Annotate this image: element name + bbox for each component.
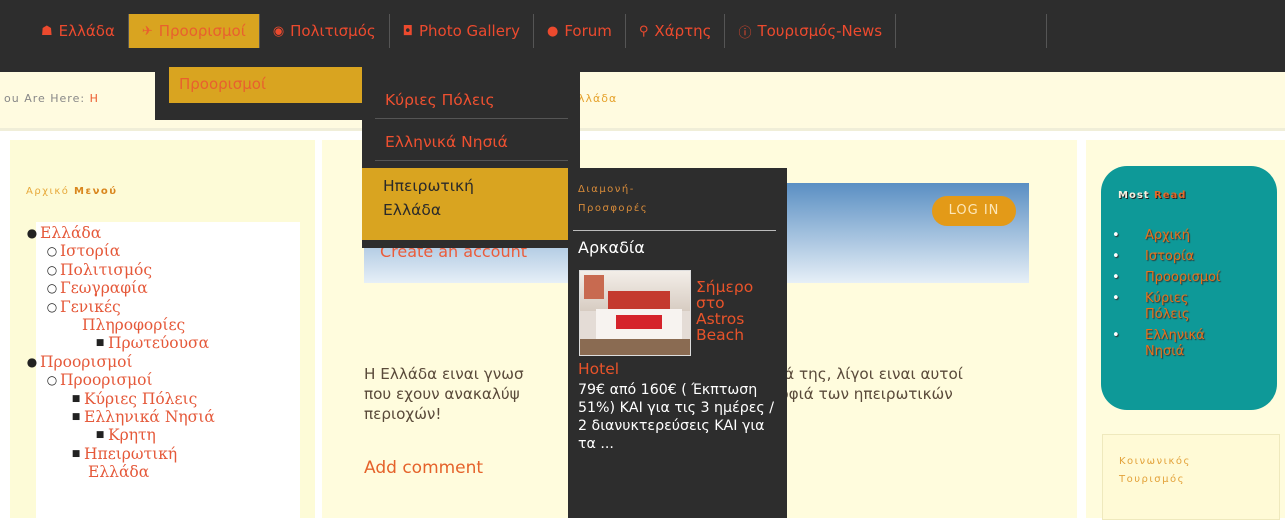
- article-line-1b: ιά της, λίγοι ειναι αυτοί: [779, 365, 963, 383]
- menu-item-label: Γεωγραφία: [60, 279, 148, 298]
- most-read-title-b: Read: [1154, 190, 1187, 201]
- nav-label: Forum: [564, 22, 612, 40]
- nav-item-photo-gallery[interactable]: ◘ Photo Gallery: [390, 14, 534, 48]
- login-button[interactable]: LOG IN: [932, 196, 1016, 226]
- menu-item-ellada-cont[interactable]: Ελλάδα: [88, 463, 215, 481]
- breadcrumb: ou Are Here: H: [4, 92, 99, 105]
- offers-title-line2: Προσφορές: [578, 203, 649, 214]
- nav-item-ellada[interactable]: ☗ Ελλάδα: [28, 14, 129, 48]
- hotel-thumbnail[interactable]: [579, 270, 691, 356]
- home-icon: ☗: [41, 23, 53, 39]
- article-line-1a: Η Ελλάδα ειναι γνωσ: [364, 365, 524, 383]
- most-read-label: Ελληνικά Νησιά: [1145, 328, 1205, 359]
- menu-item-proorismoi-sub[interactable]: ○ Προορισμοί: [44, 371, 215, 389]
- social-title-line2: Τουρισμός: [1119, 474, 1185, 485]
- social-tourism-title: Κοινωνικός Τουρισμός: [1119, 453, 1191, 489]
- dropdown-item-label: Ελλάδα: [383, 201, 442, 219]
- nav-item-politismos[interactable]: ◉ Πολιτισμός: [260, 14, 390, 48]
- main-menu-title: Αρχικό Μενού: [26, 186, 118, 197]
- nav-spacer: [896, 14, 1048, 48]
- map-marker-icon: ⚲: [638, 23, 649, 39]
- menu-item-plirofories[interactable]: Πληροφορίες: [82, 316, 215, 334]
- main-nav: ☗ Ελλάδα ✈ Προορισμοί ◉ Πολιτισμός ◘ Pho…: [28, 14, 1048, 48]
- most-read-item[interactable]: • Ιστορία: [1112, 249, 1220, 265]
- offer-description: 79€ από 160€ ( Έκπτωση 51%) ΚΑΙ για τις …: [578, 382, 775, 452]
- nav-item-tourismos-news[interactable]: ⓘ Τουρισμός-News: [725, 14, 897, 48]
- nav-item-forum[interactable]: ● Forum: [534, 14, 626, 48]
- menu-item-istoria[interactable]: ○ Ιστορία: [44, 242, 215, 260]
- most-read-label: Κύριες Πόλεις: [1145, 291, 1190, 322]
- offer-headline-end[interactable]: Hotel: [578, 360, 619, 378]
- nav-label: Χάρτης: [654, 22, 712, 40]
- menu-item-label: Γενικές: [60, 297, 121, 316]
- most-read-title: Most Read: [1118, 190, 1186, 201]
- comment-icon: ●: [546, 23, 559, 39]
- nav-label: Τουρισμός-News: [757, 22, 883, 40]
- most-read-item[interactable]: • Κύριες Πόλεις: [1112, 291, 1220, 323]
- menu-item-label: Ελλάδα: [40, 224, 102, 242]
- nav-item-xartis[interactable]: ⚲ Χάρτης: [626, 14, 726, 48]
- menu-item-label: Πολιτισμός: [60, 260, 153, 279]
- offers-region: Αρκαδία: [578, 238, 645, 257]
- most-read-item[interactable]: • Αρχική: [1112, 228, 1220, 244]
- menu-item-genikes[interactable]: ○ Γενικές: [44, 298, 215, 316]
- menu-item-label: Ελληνικά Νησιά: [84, 408, 215, 427]
- breadcrumb-current: λλάδα: [578, 92, 618, 105]
- most-read-item[interactable]: • Ελληνικά Νησιά: [1112, 328, 1220, 360]
- plane-icon: ✈: [141, 23, 153, 39]
- offers-title-line1: Διαμονή-: [578, 184, 635, 195]
- menu-item-kriti[interactable]: ■ Κρητη: [92, 426, 215, 444]
- eye-icon: ◉: [272, 23, 285, 39]
- dropdown-item-ellinika-nisia[interactable]: Ελληνικά Νησιά: [375, 125, 568, 161]
- offer-headline-link[interactable]: Σήμερο στο Astros Beach: [696, 279, 776, 343]
- menu-item-label: Κύριες Πόλεις: [84, 389, 198, 408]
- menu-title-b: Μενού: [74, 186, 118, 197]
- article-line-2b: ρφιά των ηπειρωτικών: [779, 385, 953, 403]
- most-read-item[interactable]: • Προορισμοί: [1112, 270, 1220, 286]
- info-icon: ⓘ: [738, 25, 752, 41]
- offers-divider: [573, 230, 776, 231]
- menu-item-label: Ηπειρωτική: [84, 444, 178, 463]
- most-read-title-a: Most: [1118, 190, 1155, 201]
- most-read-list: • Αρχική • Ιστορία • Προορισμοί • Κύριες Πόλ…: [1112, 228, 1220, 360]
- most-read-label: Προορισμοί: [1145, 270, 1221, 285]
- nav-item-proorismoi[interactable]: ✈ Προορισμοί: [128, 14, 260, 48]
- menu-item-label: Πληροφορίες: [82, 316, 186, 335]
- most-read-label: Αρχική: [1145, 228, 1190, 243]
- menu-item-kyries-poleis[interactable]: ■ Κύριες Πόλεις: [68, 390, 215, 408]
- most-read-label: Ιστορία: [1145, 249, 1195, 264]
- nav-label: Προορισμοί: [158, 22, 246, 40]
- menu-title-a: Αρχικό: [26, 186, 75, 197]
- menu-item-politismos[interactable]: ○ Πολιτισμός: [44, 261, 215, 279]
- dropdown-item-proorismoi[interactable]: Προορισμοί: [169, 67, 362, 103]
- camera-icon: ◘: [402, 23, 413, 39]
- article-line-2a: που εχουν ανακαλύψ: [364, 385, 520, 403]
- menu-item-label: Προορισμοί: [60, 371, 153, 390]
- offers-title: Διαμονή- Προσφορές: [578, 180, 648, 218]
- menu-item-ellinika-nisia[interactable]: ■ Ελληνικά Νησιά: [68, 408, 215, 426]
- menu-item-geografia[interactable]: ○ Γεωγραφία: [44, 279, 215, 297]
- add-comment-link[interactable]: Add comment: [364, 458, 483, 478]
- social-title-line1: Κοινωνικός: [1119, 456, 1191, 467]
- breadcrumb-label: ou Are Here:: [4, 92, 86, 105]
- dropdown-item-kyries-poleis[interactable]: Κύριες Πόλεις: [375, 83, 568, 119]
- menu-item-label: Κρητη: [108, 426, 156, 445]
- menu-item-ellada[interactable]: ● Ελλάδα: [24, 224, 215, 242]
- menu-item-label: Ιστορία: [60, 242, 121, 261]
- dropdown-item-label: Ηπειρωτική: [383, 177, 474, 195]
- nav-label: Πολιτισμός: [290, 22, 376, 40]
- menu-item-proorismoi[interactable]: ● Προορισμοί: [24, 353, 215, 371]
- menu-item-label: Πρωτεύουσα: [108, 334, 210, 353]
- menu-item-protevousa[interactable]: ■ Πρωτεύουσα: [92, 334, 215, 352]
- menu-item-ipeirotiki[interactable]: ■ Ηπειρωτική: [68, 445, 215, 463]
- dropdown-item-ipeirotiki-ellada[interactable]: Ηπειρωτική Ελλάδα: [362, 168, 569, 240]
- menu-item-label: Ελλάδα: [88, 463, 150, 482]
- nav-label: Ελλάδα: [58, 22, 115, 40]
- menu-item-label: Προορισμοί: [40, 352, 133, 371]
- breadcrumb-home-link[interactable]: H: [90, 92, 99, 105]
- menu-tree: ● Ελλάδα ○ Ιστορία ○ Πολιτισμός ○ Γεωγραφία …: [24, 224, 215, 482]
- nav-label: Photo Gallery: [419, 22, 520, 40]
